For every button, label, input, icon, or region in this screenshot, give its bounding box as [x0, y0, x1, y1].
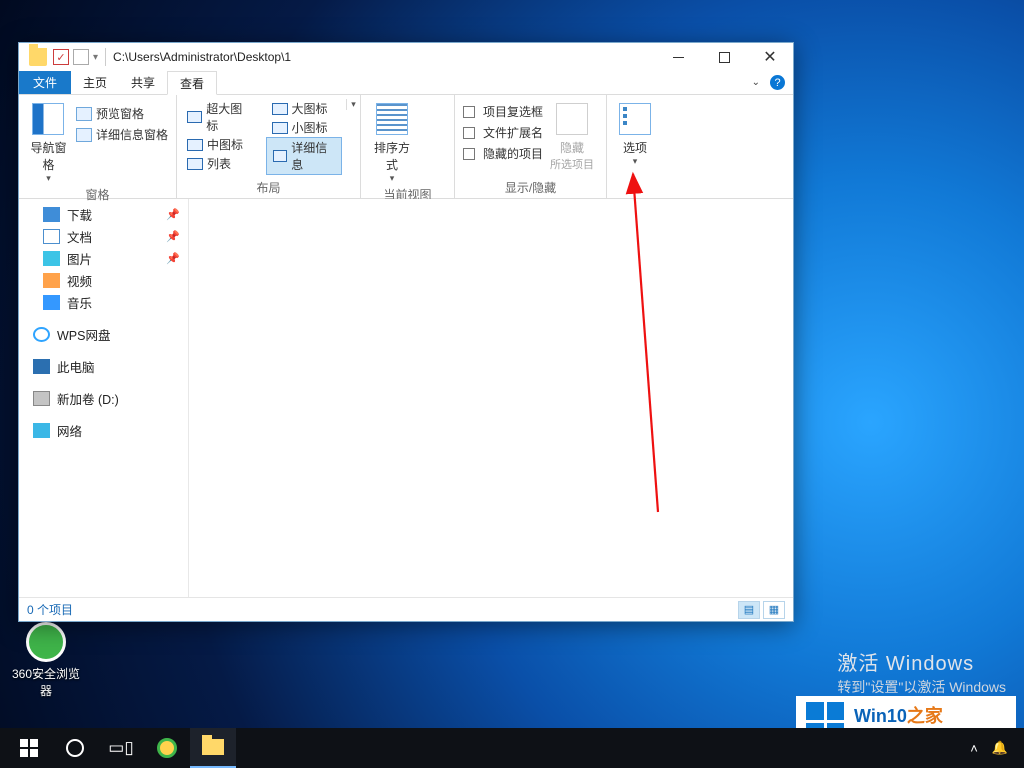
- pin-icon: 📌: [166, 230, 180, 243]
- nav-pane-icon: [32, 103, 64, 135]
- layout-small[interactable]: 小图标: [266, 118, 343, 137]
- item-count: 0 个项目: [27, 601, 73, 618]
- view-details-button[interactable]: ▤: [738, 601, 760, 619]
- ribbon-group-showhide: 项目复选框 文件扩展名 隐藏的项目 隐藏 所选项目 显示/隐藏: [455, 95, 607, 198]
- disk-icon: [33, 391, 50, 406]
- network-icon: [33, 423, 50, 438]
- ribbon: 导航窗格 ▾ 预览窗格 详细信息窗格 窗格 超大图标 中图标 列表 大图标: [19, 95, 793, 199]
- view-icons-button[interactable]: ▦: [763, 601, 785, 619]
- ribbon-group-panes: 导航窗格 ▾ 预览窗格 详细信息窗格 窗格: [19, 95, 177, 198]
- details-pane-icon: [76, 128, 92, 142]
- tab-file[interactable]: 文件: [19, 71, 71, 94]
- nav-network[interactable]: 网络: [19, 419, 188, 441]
- system-tray[interactable]: ˄ 🔔: [970, 740, 1018, 756]
- tab-share[interactable]: 共享: [119, 71, 167, 94]
- checkbox-icon: [463, 148, 475, 160]
- taskbar-explorer[interactable]: [190, 728, 236, 768]
- item-checkboxes[interactable]: 项目复选框: [463, 103, 543, 120]
- preview-pane-button[interactable]: 预览窗格: [76, 105, 168, 122]
- qat-properties[interactable]: ✓: [53, 49, 69, 65]
- layout-list[interactable]: 列表: [181, 154, 258, 173]
- hide-selected-button: 隐藏 所选项目: [549, 99, 595, 172]
- pin-icon: 📌: [166, 208, 180, 221]
- layout-medium[interactable]: 中图标: [181, 135, 258, 154]
- taskbar[interactable]: ▭▯ ˄ 🔔: [0, 728, 1024, 768]
- nav-pane-button[interactable]: 导航窗格 ▾: [27, 99, 70, 184]
- nav-downloads[interactable]: 下载📌: [19, 203, 188, 225]
- layout-large[interactable]: 大图标: [266, 99, 343, 118]
- taskbar-edge[interactable]: [144, 728, 190, 768]
- layout-more[interactable]: ▾: [346, 99, 360, 110]
- ribbon-group-layout: 超大图标 中图标 列表 大图标 小图标 详细信息 ▾ 布局: [177, 95, 361, 198]
- tab-home[interactable]: 主页: [71, 71, 119, 94]
- details-pane-button[interactable]: 详细信息窗格: [76, 126, 168, 143]
- downloads-icon: [43, 207, 60, 222]
- nav-volume-d[interactable]: 新加卷 (D:): [19, 387, 188, 409]
- checkbox-icon: [463, 127, 475, 139]
- sort-button[interactable]: 排序方式 ▾: [369, 99, 415, 184]
- hidden-items[interactable]: 隐藏的项目: [463, 145, 543, 162]
- ribbon-minimize-icon[interactable]: ⌄: [752, 77, 760, 88]
- nav-wps[interactable]: WPS网盘: [19, 323, 188, 345]
- pictures-icon: [43, 251, 60, 266]
- window-title: C:\Users\Administrator\Desktop\1: [109, 50, 291, 64]
- music-icon: [43, 295, 60, 310]
- file-explorer-window: ✓ ▾ C:\Users\Administrator\Desktop\1 ✕ 文…: [18, 42, 794, 622]
- nav-music[interactable]: 音乐: [19, 291, 188, 313]
- preview-pane-icon: [76, 107, 92, 121]
- cloud-icon: [33, 327, 50, 342]
- ribbon-group-current-view: 排序方式 ▾ 当前视图: [361, 95, 455, 198]
- maximize-button[interactable]: [701, 43, 747, 71]
- nav-pictures[interactable]: 图片📌: [19, 247, 188, 269]
- folder-icon: [202, 739, 224, 755]
- size-columns-icon[interactable]: [421, 123, 441, 137]
- status-bar: 0 个项目 ▤ ▦: [19, 597, 793, 621]
- nav-documents[interactable]: 文档📌: [19, 225, 188, 247]
- folder-icon: [29, 48, 47, 66]
- activation-watermark: 激活 Windows 转到"设置"以激活 Windows: [837, 650, 1006, 698]
- add-columns-icon[interactable]: [421, 105, 441, 119]
- browser-shortcut[interactable]: 360安全浏览器: [8, 622, 84, 699]
- documents-icon: [43, 229, 60, 244]
- window-body: 下载📌 文档📌 图片📌 视频 音乐 WPS网盘 此电脑 新加卷 (D:) 网络: [19, 199, 793, 597]
- videos-icon: [43, 273, 60, 288]
- file-list-area[interactable]: [189, 199, 793, 597]
- ribbon-group-options: 选项 ▾: [607, 95, 663, 198]
- options-button[interactable]: 选项 ▾: [615, 99, 655, 167]
- tray-notification-icon[interactable]: 🔔: [992, 740, 1008, 756]
- checkbox-icon: [463, 106, 475, 118]
- file-extensions[interactable]: 文件扩展名: [463, 124, 543, 141]
- browser-label: 360安全浏览器: [12, 667, 80, 698]
- tab-view[interactable]: 查看: [167, 71, 217, 95]
- tray-overflow-icon[interactable]: ˄: [970, 741, 978, 756]
- start-button[interactable]: [6, 728, 52, 768]
- options-icon: [619, 103, 651, 135]
- help-icon[interactable]: ?: [770, 75, 785, 90]
- pin-icon: 📌: [166, 252, 180, 265]
- hide-icon: [556, 103, 588, 135]
- menubar: 文件 主页 共享 查看 ⌄ ?: [19, 71, 793, 95]
- qat-new[interactable]: [73, 49, 89, 65]
- minimize-button[interactable]: [655, 43, 701, 71]
- sort-icon: [376, 103, 408, 135]
- layout-details[interactable]: 详细信息: [266, 137, 343, 175]
- task-view-button[interactable]: ▭▯: [98, 728, 144, 768]
- cortana-button[interactable]: [52, 728, 98, 768]
- layout-extra-large[interactable]: 超大图标: [181, 99, 258, 135]
- nav-tree[interactable]: 下载📌 文档📌 图片📌 视频 音乐 WPS网盘 此电脑 新加卷 (D:) 网络: [19, 199, 189, 597]
- nav-videos[interactable]: 视频: [19, 269, 188, 291]
- nav-this-pc[interactable]: 此电脑: [19, 355, 188, 377]
- pc-icon: [33, 359, 50, 374]
- titlebar[interactable]: ✓ ▾ C:\Users\Administrator\Desktop\1 ✕: [19, 43, 793, 71]
- quick-access-toolbar: ✓ ▾: [19, 48, 102, 66]
- browser-icon: [26, 622, 66, 662]
- close-button[interactable]: ✕: [747, 43, 793, 71]
- qat-dropdown[interactable]: ▾: [93, 52, 98, 63]
